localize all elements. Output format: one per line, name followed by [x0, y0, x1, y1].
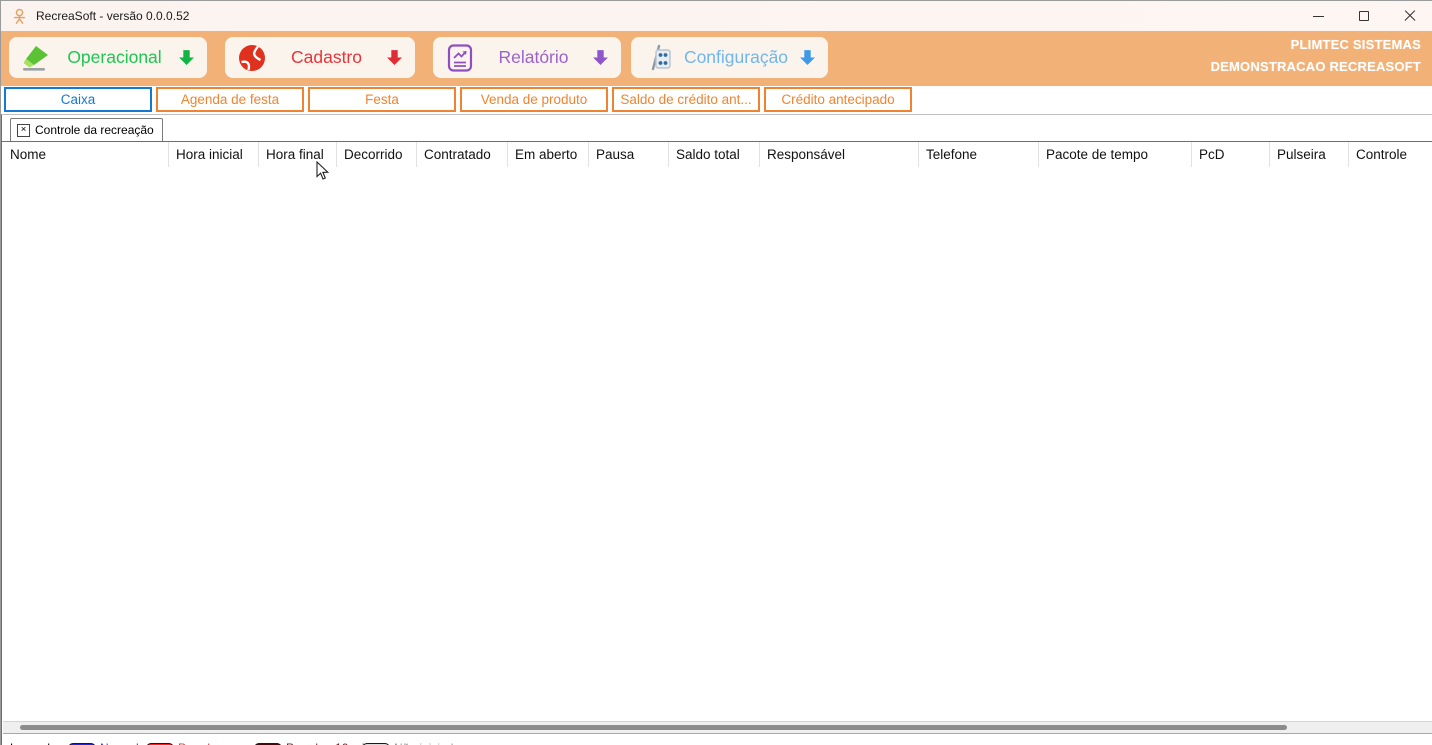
chevron-down-icon [799, 49, 816, 66]
chevron-down-icon [592, 49, 609, 66]
status-legend: Legenda: Normal Parado Parado +10 min Nã… [3, 736, 1432, 745]
close-icon [1404, 10, 1416, 22]
tab-label: Controle da recreação [35, 123, 154, 137]
minimize-button[interactable] [1295, 1, 1341, 31]
column-header-telefone[interactable]: Telefone [919, 142, 1039, 167]
legend-label-parado: Parado [178, 741, 246, 745]
column-header-pausa[interactable]: Pausa [589, 142, 669, 167]
column-header-pcd[interactable]: PcD [1192, 142, 1270, 167]
legend-title: Legenda: [10, 741, 60, 745]
domino-icon [643, 43, 673, 73]
column-header-em-aberto[interactable]: Em aberto [508, 142, 589, 167]
subtab-caixa[interactable]: Caixa [4, 87, 152, 112]
titlebar: RecreaSoft - versão 0.0.0.52 [1, 1, 1432, 31]
subtab-saldo-de-credito[interactable]: Saldo de crédito ant... [612, 87, 760, 112]
grid-header: Nome Hora inicial Hora final Decorrido C… [3, 142, 1432, 167]
close-button[interactable] [1387, 1, 1432, 31]
column-header-nome[interactable]: Nome [3, 142, 169, 167]
gingerbread-icon [11, 8, 28, 25]
tab-controle-da-recreacao[interactable]: × Controle da recreação [10, 118, 163, 141]
scrollbar-thumb[interactable] [20, 725, 1287, 730]
legend-label-normal: Normal [100, 741, 138, 745]
legend-label-nao-iniciado: Não iniciado [394, 741, 460, 745]
brand-line1: PLIMTEC SISTEMAS [1211, 34, 1421, 56]
content-panel: × Controle da recreação Nome Hora inicia… [1, 114, 1432, 745]
column-header-pulseira[interactable]: Pulseira [1270, 142, 1349, 167]
brand-text: PLIMTEC SISTEMAS DEMONSTRACAO RECREASOFT [1211, 34, 1421, 78]
brand-line2: DEMONSTRACAO RECREASOFT [1211, 56, 1421, 78]
column-header-hora-final[interactable]: Hora final [259, 142, 337, 167]
ribbon-tab-label: Relatório [475, 47, 592, 68]
horizontal-scrollbar[interactable] [3, 721, 1432, 734]
ribbon-tab-relatorio[interactable]: Relatório [433, 37, 621, 78]
window-controls [1295, 1, 1432, 31]
ribbon-tab-label: Operacional [51, 47, 178, 68]
chevron-down-icon [386, 49, 403, 66]
column-header-contratado[interactable]: Contratado [417, 142, 508, 167]
column-header-decorrido[interactable]: Decorrido [337, 142, 417, 167]
tab-close-icon[interactable]: × [17, 124, 30, 137]
ribbon: Operacional Cadastro Relatório [1, 31, 1432, 86]
subtab-agenda-de-festa[interactable]: Agenda de festa [156, 87, 304, 112]
subtab-row: Caixa Agenda de festa Festa Venda de pro… [1, 86, 1432, 114]
column-header-pacote-de-tempo[interactable]: Pacote de tempo [1039, 142, 1192, 167]
column-header-responsavel[interactable]: Responsável [760, 142, 919, 167]
subtab-festa[interactable]: Festa [308, 87, 456, 112]
recreasoft-window: { "titlebar": { "title": "RecreaSoft - v… [0, 0, 1432, 745]
subtab-venda-de-produto[interactable]: Venda de produto [460, 87, 608, 112]
highlighter-icon [21, 43, 51, 73]
ribbon-tab-cadastro[interactable]: Cadastro [225, 37, 415, 78]
ribbon-tab-configuracao[interactable]: Configuração [631, 37, 828, 78]
ball-icon [237, 43, 267, 73]
chevron-down-icon [178, 49, 195, 66]
column-header-saldo-total[interactable]: Saldo total [669, 142, 760, 167]
maximize-button[interactable] [1341, 1, 1387, 31]
legend-label-parado-longo: Parado +10 min [286, 741, 354, 745]
column-header-hora-inicial[interactable]: Hora inicial [169, 142, 259, 167]
report-chart-icon [445, 43, 475, 73]
ribbon-tab-operacional[interactable]: Operacional [9, 37, 207, 78]
ribbon-tab-label: Configuração [673, 47, 799, 68]
minimize-icon [1313, 16, 1324, 17]
window-title: RecreaSoft - versão 0.0.0.52 [36, 9, 189, 23]
maximize-icon [1359, 11, 1369, 21]
column-header-controle[interactable]: Controle [1349, 142, 1432, 167]
subtab-credito-antecipado[interactable]: Crédito antecipado [764, 87, 912, 112]
ribbon-tab-label: Cadastro [267, 47, 386, 68]
